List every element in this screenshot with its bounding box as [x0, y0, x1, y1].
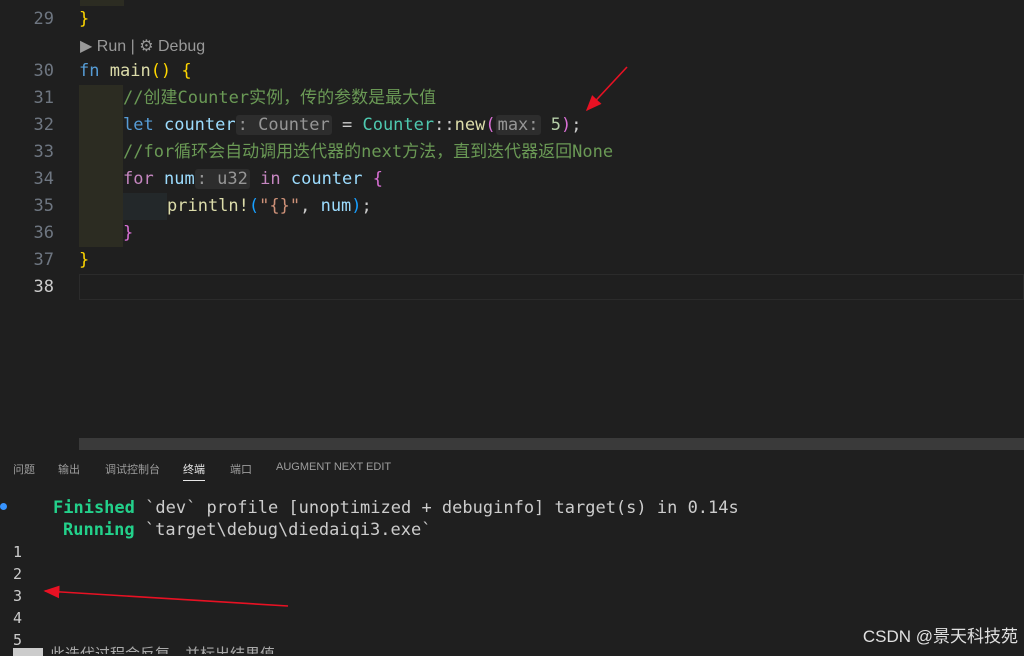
- type-hint: : Counter: [235, 115, 332, 135]
- code-editor[interactable]: 29 } ▶ Run | ⚙ Debug 30 fn main() { 31 /…: [0, 0, 1024, 438]
- code-line-30[interactable]: fn main() {: [79, 58, 192, 85]
- terminal-cut-line: 此迭代过程会反复，并标出结果值: [50, 646, 275, 654]
- function-name: main: [109, 61, 151, 81]
- line-number: 33: [33, 142, 54, 162]
- parens: (): [150, 61, 172, 81]
- code-line-32[interactable]: let counter: Counter = Counter::new(max:…: [79, 112, 582, 139]
- brace: }: [123, 223, 134, 243]
- output-line: 3: [13, 587, 23, 605]
- line-number: 31: [33, 88, 54, 108]
- variable: num: [320, 196, 352, 216]
- type-hint: : u32: [194, 169, 250, 189]
- running-text: `target\debug\diedaiqi3.exe`: [134, 520, 432, 540]
- keyword: for: [123, 169, 154, 189]
- variable: num: [163, 169, 195, 189]
- operator: =: [331, 115, 363, 135]
- codelens-separator: |: [130, 38, 135, 55]
- current-line-highlight: [79, 274, 1024, 300]
- output-line: 4: [13, 609, 23, 627]
- line-number: 32: [33, 115, 54, 135]
- function-name: new: [454, 115, 486, 135]
- macro-name: println!: [167, 196, 249, 216]
- code-line-31[interactable]: //创建Counter实例，传的参数是最大值: [79, 85, 436, 112]
- line-number: 34: [33, 169, 54, 189]
- play-icon: ▶: [80, 38, 93, 55]
- paren: (: [485, 115, 496, 135]
- comment: //for循环会自动调用迭代器的next方法，直到迭代器返回None: [123, 142, 614, 162]
- tab-augment-next-edit[interactable]: AUGMENT NEXT EDIT: [276, 461, 391, 473]
- code-line-35[interactable]: println!("{}", num);: [79, 193, 372, 220]
- watermark: CSDN @景天科技苑: [862, 627, 1018, 646]
- paren: ): [351, 196, 362, 216]
- indent-guide: [79, 166, 123, 193]
- semicolon: ;: [361, 196, 372, 216]
- terminal-running-line: Running `target\debug\diedaiqi3.exe`: [63, 519, 431, 541]
- codelens: ▶ Run | ⚙ Debug: [80, 36, 205, 58]
- code-line-34[interactable]: for num: u32 in counter {: [79, 166, 383, 193]
- debug-link[interactable]: ⚙ Debug: [139, 38, 205, 55]
- finished-text: `dev` profile [unoptimized + debuginfo] …: [134, 498, 739, 518]
- line-number: 29: [33, 9, 54, 29]
- variable: counter: [163, 115, 236, 135]
- tab-problems[interactable]: 问题: [13, 461, 35, 477]
- paren: ): [561, 115, 572, 135]
- code-line-29[interactable]: }: [79, 6, 89, 33]
- brace: }: [79, 9, 90, 29]
- line-number: 35: [33, 196, 54, 216]
- tab-ports[interactable]: 端口: [230, 461, 252, 477]
- string-literal: "{}": [259, 196, 301, 216]
- terminal-finished-line: Finished `dev` profile [unoptimized + de…: [53, 497, 739, 519]
- indent-guide: [79, 139, 123, 166]
- tab-output[interactable]: 输出: [58, 461, 80, 477]
- brace: }: [79, 250, 90, 270]
- line-number: 37: [33, 250, 54, 270]
- tab-terminal[interactable]: 终端: [183, 461, 205, 481]
- brace: {: [372, 169, 384, 189]
- semicolon: ;: [571, 115, 582, 135]
- panel-tabs: 问题 输出 调试控制台 终端 端口 AUGMENT NEXT EDIT: [0, 450, 1024, 486]
- horizontal-scrollbar[interactable]: [79, 438, 1024, 450]
- line-number: 38: [33, 277, 54, 297]
- code-line-37[interactable]: }: [79, 247, 89, 274]
- code-line-36[interactable]: }: [79, 220, 133, 247]
- keyword: let: [123, 115, 154, 135]
- brace: {: [181, 61, 192, 81]
- indent-guide: [79, 220, 123, 247]
- indent-guide: [123, 193, 167, 220]
- code-line-33[interactable]: //for循环会自动调用迭代器的next方法，直到迭代器返回None: [79, 139, 613, 166]
- param-hint: max:: [495, 115, 541, 135]
- comma: ,: [300, 196, 321, 216]
- finished-label: Finished: [53, 498, 135, 518]
- number-literal: 5: [550, 115, 562, 135]
- keyword: fn: [79, 61, 100, 81]
- line-number: 36: [33, 223, 54, 243]
- line-number: 30: [33, 61, 54, 81]
- path-separator: ::: [434, 115, 455, 135]
- running-label: Running: [63, 520, 135, 540]
- type-name: Counter: [362, 115, 435, 135]
- indent-guide: [79, 193, 123, 220]
- comment: //创建Counter实例，传的参数是最大值: [123, 88, 437, 108]
- gear-icon: ⚙: [139, 38, 154, 55]
- variable: counter: [290, 169, 363, 189]
- terminal-status-dot: [0, 503, 7, 510]
- terminal-cursor: [13, 648, 43, 656]
- keyword: in: [260, 169, 281, 189]
- run-link[interactable]: ▶ Run: [80, 38, 126, 55]
- indent-guide: [79, 85, 123, 112]
- output-line: 1: [13, 543, 23, 561]
- output-line: 2: [13, 565, 23, 583]
- tab-debug-console[interactable]: 调试控制台: [105, 461, 160, 477]
- indent-guide: [79, 112, 123, 139]
- paren: (: [248, 196, 260, 216]
